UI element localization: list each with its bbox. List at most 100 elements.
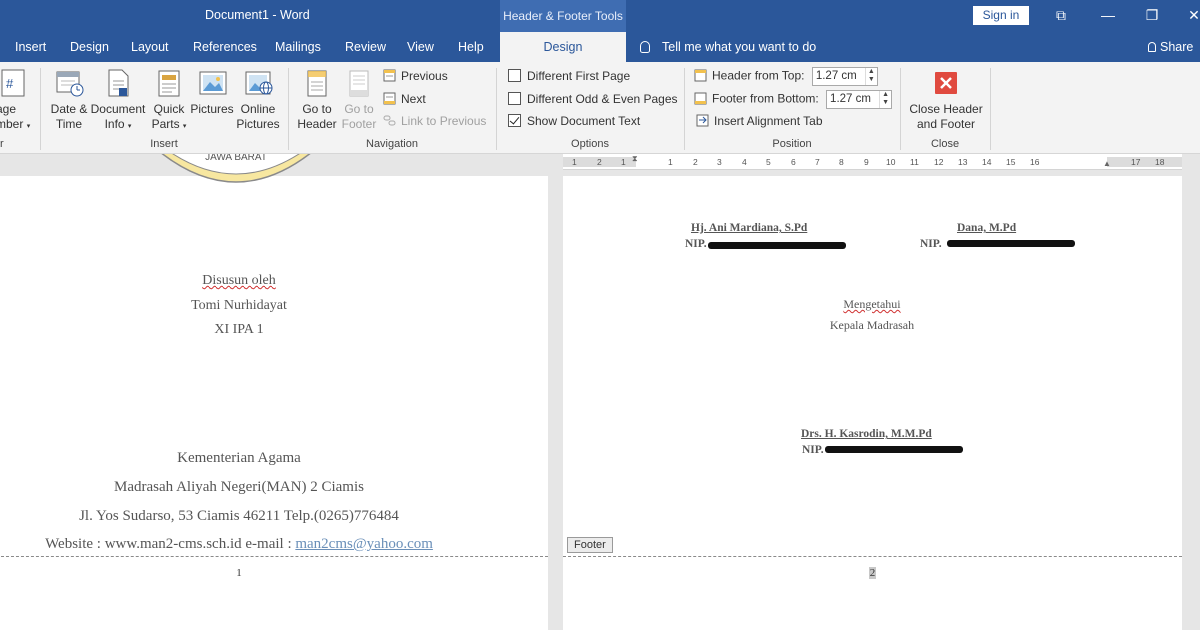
page-number-2[interactable]: 2 — [563, 567, 1182, 579]
svg-text:#: # — [6, 76, 14, 91]
header-from-top-input[interactable]: 1.27 cm ▲ ▼ — [811, 67, 878, 86]
close-window-icon[interactable]: ✕ — [1182, 4, 1200, 26]
different-first-page-checkbox[interactable]: Different First Page — [508, 69, 630, 83]
share-button[interactable]: Share — [1148, 32, 1193, 62]
header-from-top-label: Header from Top: — [712, 68, 805, 83]
ruler-label: 10 — [886, 157, 896, 167]
group-label-close: Close — [930, 138, 960, 150]
website-text: Website : www.man2-cms.sch.id e-mail : — [45, 536, 296, 552]
document-info-label-2-wrap: Info ▾ — [90, 117, 146, 134]
page-number-1: 1 — [236, 567, 242, 579]
ruler-label: 6 — [791, 157, 796, 167]
ruler-label: 13 — [958, 157, 968, 167]
restore-icon[interactable]: ❐ — [1140, 4, 1164, 26]
ruler-label: 11 — [910, 157, 919, 167]
tell-me-label: Tell me what you want to do — [662, 40, 817, 54]
redaction-mark — [708, 242, 846, 249]
different-odd-even-label: Different Odd & Even Pages — [527, 92, 678, 106]
page-number-label-2-wrap: mber ▾ — [0, 117, 32, 134]
group-label-navigation: Navigation — [366, 138, 418, 150]
go-to-header-label-2: Header — [297, 117, 337, 131]
ribbon-tabs: Insert Design Layout References Mailings… — [0, 32, 1200, 62]
logo-text: JAWA BARAT — [205, 154, 267, 163]
calendar-clock-icon — [55, 68, 84, 98]
horizontal-ruler[interactable]: 1 2 1 1 2 3 4 5 6 7 8 9 10 11 12 13 14 1… — [563, 154, 1182, 170]
document-page-1[interactable]: JAWA BARAT Disusun oleh Tomi Nurhidayat … — [0, 154, 548, 630]
different-odd-even-checkbox[interactable]: Different Odd & Even Pages — [508, 92, 678, 106]
ruler-label: 2 — [693, 157, 698, 167]
next-button[interactable]: Next — [383, 92, 426, 106]
email-link[interactable]: man2cms@yahoo.com — [295, 536, 433, 552]
tab-mailings[interactable]: Mailings — [275, 32, 321, 62]
document-info-label-1: Document — [90, 102, 146, 116]
header-from-top-control: Header from Top: 1.27 cm ▲ ▼ — [694, 67, 878, 86]
lightbulb-icon — [640, 41, 650, 53]
signatory-left-nip: NIP. — [685, 238, 707, 250]
tab-help[interactable]: Help — [458, 32, 484, 62]
ruler-label: 18 — [1155, 157, 1165, 167]
footer-from-bottom-label: Footer from Bottom: — [712, 91, 819, 106]
minimize-icon[interactable]: — — [1096, 4, 1120, 26]
footer-tag[interactable]: Footer — [567, 537, 613, 553]
sign-in-button[interactable]: Sign in — [973, 6, 1029, 25]
date-time-button[interactable]: Date & Time — [47, 68, 91, 132]
checkbox-icon — [508, 92, 521, 105]
ruler-label: 16 — [1030, 157, 1040, 167]
document-area: 1 2 1 1 2 3 4 5 6 7 8 9 10 11 12 13 14 1… — [0, 154, 1200, 630]
show-document-text-checkbox[interactable]: Show Document Text — [508, 114, 640, 128]
kepala-madrasah-text: Kepala Madrasah — [829, 318, 915, 332]
tell-me-search[interactable]: Tell me what you want to do — [640, 32, 816, 62]
document-page-2[interactable]: Hj. Ani Mardiana, S.Pd NIP. Dana, M.Pd N… — [563, 176, 1182, 630]
document-info-button[interactable]: Document Info ▾ — [90, 68, 146, 134]
go-to-header-button[interactable]: Go to Header — [295, 68, 339, 132]
online-pictures-label-1: Online — [240, 102, 276, 116]
share-label: Share — [1160, 40, 1194, 54]
head-nip: NIP. — [802, 444, 824, 456]
different-first-page-label: Different First Page — [527, 69, 631, 83]
tab-layout[interactable]: Layout — [131, 32, 169, 62]
footer-boundary-line — [0, 556, 548, 557]
close-header-footer-button[interactable]: Close Header and Footer — [906, 68, 986, 132]
spinner-arrows-icon[interactable]: ▲ ▼ — [864, 68, 877, 85]
pictures-label: Pictures — [190, 102, 234, 116]
mengetahui-label: Mengetahui — [843, 297, 901, 311]
footer-from-bottom-value: 1.27 cm — [830, 93, 871, 105]
pictures-button[interactable]: Pictures — [190, 68, 234, 117]
indent-marker-icon[interactable]: ⧗ — [632, 154, 638, 164]
go-to-footer-button[interactable]: Go to Footer — [339, 68, 379, 132]
previous-button[interactable]: Previous — [383, 69, 448, 83]
org-line-2: Madrasah Aliyah Negeri(MAN) 2 Ciamis — [114, 479, 364, 495]
next-section-icon — [383, 92, 397, 105]
insert-alignment-tab-button[interactable]: Insert Alignment Tab — [696, 114, 823, 128]
ruler-label: 1 — [668, 157, 673, 167]
footer-from-bottom-input[interactable]: 1.27 cm ▲ ▼ — [826, 90, 893, 109]
ribbon-display-options-icon[interactable]: ⧉ — [1049, 4, 1073, 26]
link-to-previous-button[interactable]: Link to Previous — [383, 114, 486, 128]
address-line: Jl. Yos Sudarso, 53 Ciamis 46211 Telp.(0… — [79, 508, 399, 524]
tab-header-footer-design[interactable]: Design — [500, 32, 626, 62]
tab-references[interactable]: References — [193, 32, 257, 62]
go-to-footer-label-2: Footer — [341, 117, 377, 131]
page-number-button[interactable]: # age mber ▾ — [0, 68, 32, 134]
tab-view[interactable]: View — [407, 32, 434, 62]
page-number-2-value: 2 — [868, 567, 877, 579]
link-to-previous-label: Link to Previous — [401, 114, 487, 128]
previous-section-icon — [383, 69, 397, 82]
tab-insert[interactable]: Insert — [15, 32, 46, 62]
school-logo: JAWA BARAT — [156, 154, 316, 202]
footer-position-icon — [694, 92, 708, 105]
footer-boundary-line — [563, 556, 1182, 557]
ruler-label: 12 — [934, 157, 944, 167]
right-indent-marker-icon[interactable]: ▲ — [1103, 159, 1111, 168]
ruler-label: 14 — [982, 157, 992, 167]
dropdown-arrow-icon: ▾ — [182, 123, 187, 130]
ruler-label: 8 — [839, 157, 844, 167]
ruler-label: 2 — [597, 157, 602, 167]
tab-design[interactable]: Design — [70, 32, 109, 62]
tab-review[interactable]: Review — [345, 32, 386, 62]
spinner-arrows-icon[interactable]: ▲ ▼ — [879, 91, 891, 108]
document-title: Document1 - Word — [205, 8, 310, 22]
redaction-mark — [825, 446, 963, 453]
quick-parts-button[interactable]: Quick Parts ▾ — [149, 68, 189, 134]
online-pictures-button[interactable]: Online Pictures — [235, 68, 281, 132]
